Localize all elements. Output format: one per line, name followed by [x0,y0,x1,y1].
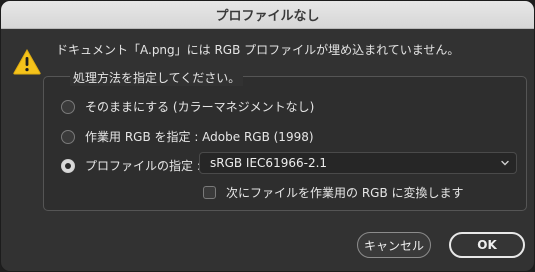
missing-profile-dialog: プロファイルなし ドキュメント「A.png」には RGB プロファイルが埋め込ま… [0,0,535,272]
radio-button[interactable] [61,99,75,114]
radio-button[interactable] [61,129,75,144]
radio-leave-as-is[interactable]: そのままにする (カラーマネジメントなし) [61,98,314,115]
radio-assign-working-rgb[interactable]: 作業用 RGB を指定 : Adobe RGB (1998) [61,128,314,145]
ok-button[interactable]: OK [449,232,525,258]
convert-to-working-rgb[interactable]: 次にファイルを作業用の RGB に変換します [203,184,464,201]
checkbox-label: 次にファイルを作業用の RGB に変換します [226,186,464,200]
chevron-down-icon [501,160,509,166]
warning-triangle-icon [13,49,41,75]
radio-label: プロファイルの指定 : [85,159,201,173]
options-group-legend: 処理方法を指定してください。 [70,69,244,86]
title-bar[interactable]: プロファイルなし [1,1,534,29]
radio-label: 作業用 RGB を指定 : Adobe RGB (1998) [85,130,314,144]
profile-select-value: sRGB IEC61966-2.1 [210,156,328,170]
radio-assign-profile[interactable]: プロファイルの指定 : [61,157,201,174]
profile-select[interactable]: sRGB IEC61966-2.1 [199,152,517,174]
cancel-button[interactable]: キャンセル [357,232,431,258]
radio-button-selected[interactable] [61,158,75,173]
radio-label: そのままにする (カラーマネジメントなし) [85,100,315,114]
message-text: ドキュメント「A.png」には RGB プロファイルが埋め込まれていません。 [56,43,460,57]
dialog-title: プロファイルなし [215,9,320,24]
checkbox[interactable] [203,186,216,199]
